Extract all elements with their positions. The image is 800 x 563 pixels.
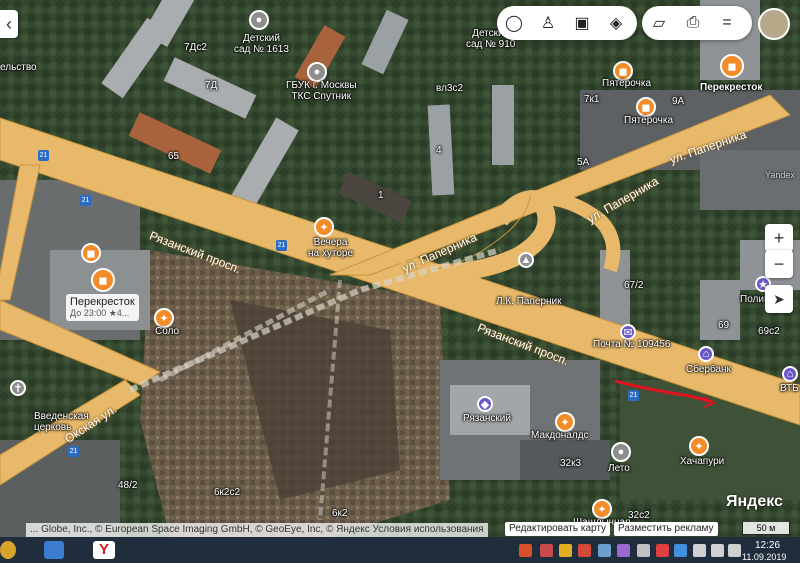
tray-app-icon[interactable] xyxy=(656,544,669,557)
restaurant-icon[interactable]: ✦ xyxy=(689,436,709,456)
edit-map-link[interactable]: Редактировать карту xyxy=(505,522,611,536)
label-detsky-sad-1613: Детский сад № 1613 xyxy=(234,33,289,55)
tray-app-icon[interactable] xyxy=(598,544,611,557)
tray-app-icon[interactable] xyxy=(617,544,630,557)
theatre-icon[interactable]: ● xyxy=(307,62,327,82)
building-number: 5А xyxy=(577,157,590,168)
perekrestok-card[interactable]: Перекресток До 23:00 ★4... xyxy=(66,294,139,321)
building-number: 6к2с2 xyxy=(214,487,241,498)
bus-stop-icon[interactable]: 21 xyxy=(80,195,91,206)
label-sberbank: Сбербанк xyxy=(686,364,731,375)
label-lk-papernik: Л.К. Паперник xyxy=(496,296,562,307)
label-vechera: Вечера на хуторе xyxy=(308,237,354,259)
bank-icon[interactable]: ⌂ xyxy=(782,366,798,382)
mall-icon[interactable]: ◆ xyxy=(477,396,493,412)
scale-bar: 50 м xyxy=(742,522,790,535)
restaurant-icon[interactable]: ✦ xyxy=(314,217,334,237)
building-number: 69 xyxy=(718,320,730,331)
zoom-in-button[interactable]: + xyxy=(765,224,793,252)
bus-stop-icon[interactable]: 21 xyxy=(38,150,49,161)
yandex-browser-icon[interactable]: Y xyxy=(93,541,115,559)
building-number: 4 xyxy=(436,145,442,156)
back-button[interactable]: ‹ xyxy=(0,10,18,38)
tray-app-icon[interactable] xyxy=(578,544,591,557)
yandex-logo: Яндекс xyxy=(726,493,783,510)
label-perekrestok-top: Перекресток xyxy=(700,82,763,93)
locate-icon[interactable]: ➤ xyxy=(765,285,793,313)
label-yandex-watermark: Yandex xyxy=(765,170,795,180)
building-number: 7Дс2 xyxy=(184,42,207,53)
building-number: 48/2 xyxy=(118,480,138,491)
label-khachapuri: Хачапури xyxy=(680,456,725,467)
label-mcdonalds: Макдоналдс xyxy=(531,430,589,441)
bus-stop-icon[interactable]: 21 xyxy=(276,240,287,251)
transit-icon[interactable]: ▣ xyxy=(565,6,599,40)
taskbar-date[interactable]: 11.09.2019 xyxy=(742,552,786,562)
browser-app-icon[interactable] xyxy=(0,541,16,559)
perekrestok-hours: До 23:00 ★4... xyxy=(70,308,130,318)
kindergarten-icon[interactable]: ● xyxy=(249,10,269,30)
tray-app-icon[interactable] xyxy=(559,544,572,557)
supermarket-icon[interactable]: ◼ xyxy=(91,268,115,292)
building-number: 67/2 xyxy=(624,280,644,291)
label-pyaterochka-1: Пятёрочка xyxy=(602,78,652,89)
perekrestok-name: Перекресток xyxy=(70,296,135,308)
shop-icon[interactable]: ◼ xyxy=(636,97,656,117)
building-number: вл3с2 xyxy=(436,83,464,94)
label-leto: Лето xyxy=(608,463,630,474)
label-gbuk: ГБУК г. Москвы ТКС Спутник xyxy=(286,80,357,102)
label-vtb: ВТБ xyxy=(780,383,799,394)
shop-icon[interactable]: ◼ xyxy=(81,243,101,263)
label-vvedenskaya: Введенская церковь xyxy=(34,411,89,433)
building-number: 7к1 xyxy=(584,94,600,105)
building-number: 6к2 xyxy=(332,508,348,519)
bus-stop-icon[interactable]: 21 xyxy=(68,446,79,457)
building-number: 7Д xyxy=(205,80,218,91)
traffic-icon[interactable]: ◯ xyxy=(497,6,531,40)
label-pochta: Почта № 109456 xyxy=(593,339,671,350)
document-app-icon[interactable] xyxy=(44,541,64,559)
building-number: 32с2 xyxy=(628,510,650,521)
building-label-cut: ельство xyxy=(0,62,37,73)
building-number: 65 xyxy=(168,151,180,162)
tray-app-icon[interactable] xyxy=(519,544,532,557)
post-office-icon[interactable]: ✉ xyxy=(620,324,636,340)
label-pyaterochka-2: Пятёрочка xyxy=(624,115,674,126)
ruler-icon[interactable]: ▱ xyxy=(642,6,676,40)
label-solo: Соло xyxy=(155,326,180,337)
volume-icon[interactable] xyxy=(711,544,724,557)
restaurant-icon[interactable]: ✦ xyxy=(154,308,174,328)
print-icon[interactable]: ⎙ xyxy=(676,6,710,40)
panorama-icon[interactable]: ♙ xyxy=(531,6,565,40)
building-number: 9А xyxy=(672,96,685,107)
building-number: 1 xyxy=(378,190,384,201)
bank-icon[interactable]: ⌂ xyxy=(698,346,714,362)
network-icon[interactable] xyxy=(693,544,706,557)
map-layers-toolbar: ◯ ♙ ▣ ◈ xyxy=(497,6,637,40)
zoom-out-button[interactable]: − xyxy=(765,250,793,278)
advertise-link[interactable]: Разместить рекламу xyxy=(614,522,718,536)
tools-toolbar: ▱ ⎙ = xyxy=(642,6,752,40)
map-copyright: ... Globe, Inc., © European Space Imagin… xyxy=(26,523,488,537)
menu-button[interactable]: = xyxy=(710,6,744,40)
tray-app-icon[interactable] xyxy=(674,544,687,557)
tray-app-icon[interactable] xyxy=(540,544,553,557)
supermarket-icon[interactable]: ◼ xyxy=(720,54,744,78)
place-icon[interactable]: ● xyxy=(611,442,631,462)
bus-stop-icon[interactable]: 21 xyxy=(628,390,639,401)
tray-app-icon[interactable] xyxy=(637,544,650,557)
building-number: 69с2 xyxy=(758,326,780,337)
language-icon[interactable] xyxy=(728,544,741,557)
building-number: 32к3 xyxy=(560,458,582,469)
satellite-map[interactable]: Рязанский просп. Рязанский просп. ул. Па… xyxy=(0,0,800,537)
layers-icon[interactable]: ◈ xyxy=(599,6,633,40)
taskbar-time[interactable]: 12:26 xyxy=(755,540,780,551)
church-icon[interactable]: ✝ xyxy=(10,380,26,396)
restaurant-icon[interactable]: ✦ xyxy=(592,499,612,519)
user-avatar[interactable] xyxy=(758,8,790,40)
restaurant-icon[interactable]: ✦ xyxy=(555,412,575,432)
label-ryazansky-mall: Рязанский xyxy=(463,413,511,424)
monument-icon[interactable]: ▲ xyxy=(518,252,534,268)
